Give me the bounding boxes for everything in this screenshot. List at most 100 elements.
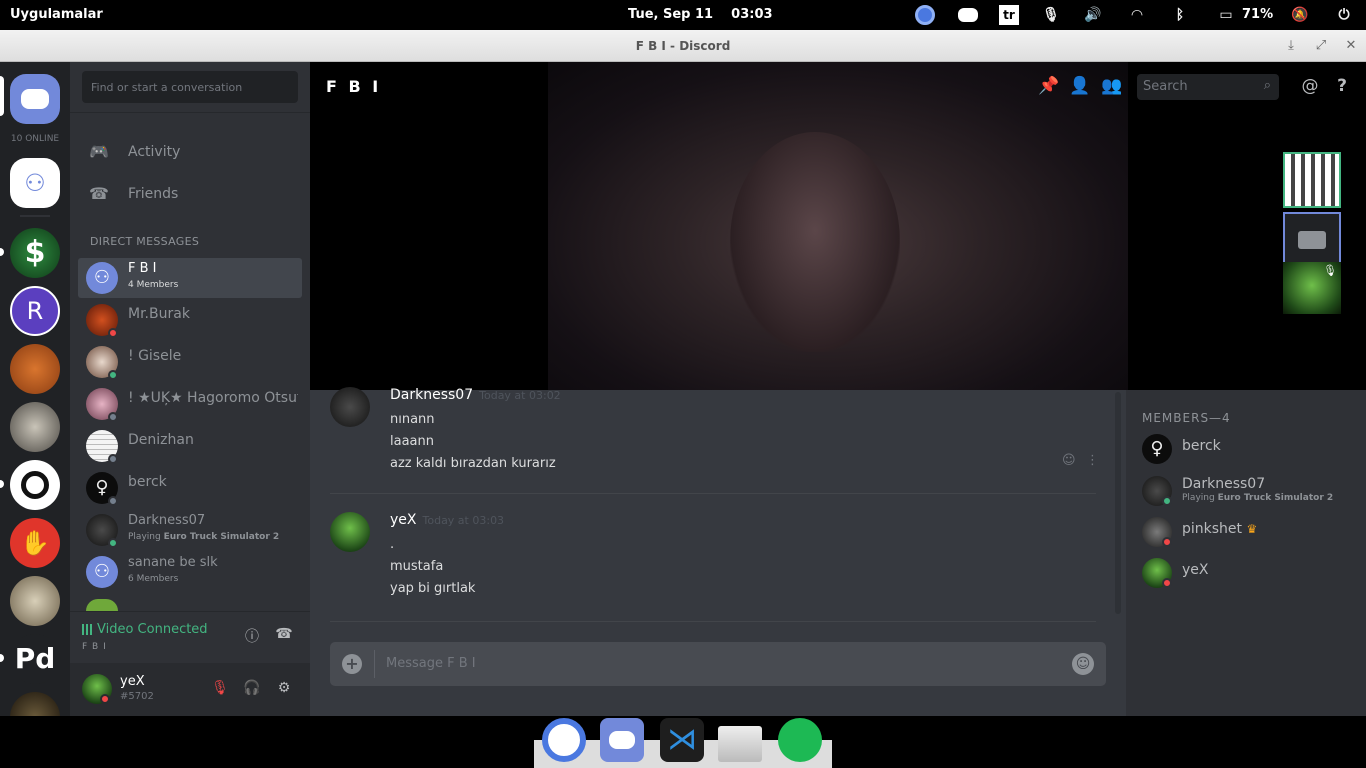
divider (374, 650, 375, 678)
dm-sub: 6 Members (128, 574, 179, 584)
discord-dock-icon[interactable] (600, 718, 644, 762)
dm-item-denizhan[interactable]: Denizhan (78, 426, 302, 466)
clock[interactable]: Tue, Sep 11 03:03 (628, 7, 773, 22)
vscode-dock-icon[interactable]: ⋊ (660, 718, 704, 762)
info-icon[interactable]: ⓘ (242, 626, 262, 646)
server-red[interactable]: ✋ (10, 518, 60, 568)
search-input[interactable]: Search ⌕ (1137, 74, 1279, 100)
battery-icon[interactable]: ▭ (1215, 5, 1237, 25)
discord-tray-icon[interactable] (956, 5, 980, 25)
server-cat[interactable] (10, 402, 60, 452)
message-line: yap bi gırtlak (390, 581, 476, 596)
help-icon[interactable]: ? (1331, 76, 1353, 96)
dm-item-fbi[interactable]: ⚇ F B I 4 Members (78, 258, 302, 298)
member-item[interactable]: ♀ berck (1142, 432, 1362, 468)
nav-activity[interactable]: 🎮 Activity (88, 142, 180, 161)
mute-microphone-icon[interactable]: 🎙 (210, 680, 230, 700)
user-tag: #5702 (120, 691, 154, 702)
emoji-icon[interactable]: ☺ (1072, 653, 1094, 675)
spotify-dock-icon[interactable] (778, 718, 822, 762)
dm-name: Darkness07 (128, 513, 206, 528)
mentions-icon[interactable]: @ (1299, 76, 1321, 96)
message-group: yeX Today at 03:03 . mustafa yap bi gırtl… (330, 512, 1100, 602)
power-icon[interactable]: ⏻ (1335, 5, 1353, 25)
microphone-icon[interactable]: 🎙 (1042, 5, 1060, 25)
message-group: Darkness07 Today at 03:02 nınann laaann a… (330, 387, 1100, 477)
maximize-icon[interactable]: ⤢ (1313, 38, 1329, 53)
status-online (108, 370, 118, 380)
settings-icon[interactable]: ⚙ (274, 680, 294, 700)
avatar[interactable] (330, 512, 370, 552)
search-icon: ⌕ (1263, 78, 1271, 93)
minimize-icon[interactable]: ⤓ (1283, 38, 1299, 53)
dm-item-gisele[interactable]: ! Gisele (78, 342, 302, 382)
server-animal[interactable] (10, 576, 60, 626)
video-participant (730, 132, 900, 352)
keyboard-layout-indicator[interactable]: tr (999, 5, 1019, 25)
status-online (1162, 496, 1172, 506)
member-list-icon[interactable]: 👥 (1101, 76, 1123, 96)
message-line: . (390, 537, 395, 552)
dm-item-hagoromo[interactable]: ! ★ÜĶ★ Hagoromo Ötsutsuki (78, 384, 302, 424)
video-call-area[interactable] (310, 62, 1366, 390)
message-author[interactable]: Darkness07 Today at 03:02 (390, 387, 561, 403)
window-titlebar[interactable]: F B I - Discord ⤓ ⤢ ✕ (0, 30, 1366, 62)
message-line: mustafa (390, 559, 444, 574)
server-swirl[interactable] (10, 460, 60, 510)
camera-off-thumbnail[interactable] (1283, 212, 1341, 268)
message-author[interactable]: yeX Today at 03:03 (390, 512, 504, 528)
user-name: yeX (120, 674, 145, 689)
window-title: F B I - Discord (635, 39, 731, 53)
server-dollar[interactable]: $ (10, 228, 60, 278)
disconnect-icon[interactable]: ☎ (274, 626, 294, 646)
pin-icon[interactable]: 📌 (1038, 76, 1060, 96)
message-divider (330, 621, 1096, 622)
add-friend-icon[interactable]: 👤 (1069, 76, 1091, 96)
gamepad-icon: 🎮 (89, 142, 109, 161)
notifications-off-icon[interactable]: 🔕 (1290, 5, 1310, 25)
system-top-bar: Uygulamalar Tue, Sep 11 03:03 tr 🎙 🔊 ◠ ᛒ… (0, 0, 1366, 30)
find-conversation-input[interactable]: Find or start a conversation (82, 71, 298, 103)
member-item[interactable]: yeX (1142, 556, 1362, 592)
dm-item-sanane[interactable]: ⚇ sanane be slk 6 Members (78, 552, 302, 592)
screen-share-thumbnail[interactable] (1283, 152, 1341, 208)
chrome-tray-icon[interactable] (914, 5, 936, 25)
unread-indicator (0, 248, 4, 256)
upload-icon[interactable]: + (342, 654, 362, 674)
server-pd[interactable]: Pd (10, 634, 60, 684)
server-r[interactable]: R (10, 286, 60, 336)
member-name: Darkness07 (1182, 476, 1266, 492)
files-dock-icon[interactable] (718, 726, 762, 762)
server-food[interactable] (10, 344, 60, 394)
voice-status[interactable]: Video Connected (97, 622, 208, 637)
message-input-placeholder[interactable]: Message F B I (386, 656, 476, 671)
dm-item-mrburak[interactable]: Mr.Burak (78, 300, 302, 340)
more-options-icon[interactable]: ⋮ (1086, 453, 1099, 468)
chrome-dock-icon[interactable] (542, 718, 586, 762)
user-panel: yeX #5702 🎙 🎧 ⚙ (70, 663, 310, 716)
participant-thumbnail[interactable]: 🎙 (1283, 262, 1341, 314)
close-icon[interactable]: ✕ (1343, 38, 1359, 53)
add-reaction-icon[interactable]: ☺ (1062, 453, 1076, 468)
volume-icon[interactable]: 🔊 (1082, 5, 1104, 25)
member-item[interactable]: pinkshet ♛ (1142, 515, 1362, 551)
member-name: berck (1182, 438, 1221, 454)
dm-item-berck[interactable]: ♀ berck (78, 468, 302, 508)
member-item[interactable]: Darkness07 Playing Euro Truck Simulator … (1142, 474, 1362, 510)
group-dm-icon[interactable]: ⚇ (10, 158, 60, 208)
avatar[interactable] (330, 387, 370, 427)
scrollbar[interactable] (1115, 392, 1121, 614)
message-input[interactable]: + Message F B I ☺ (330, 642, 1106, 686)
headphones-icon[interactable]: 🎧 (242, 680, 262, 700)
server-badge[interactable] (10, 692, 60, 716)
wifi-icon[interactable]: ◠ (1127, 5, 1147, 25)
unread-indicator (0, 654, 4, 662)
bluetooth-icon[interactable]: ᛒ (1172, 5, 1188, 25)
nav-friends[interactable]: ☎ Friends (88, 184, 178, 203)
status-offline (108, 454, 118, 464)
discord-home-icon[interactable] (10, 74, 60, 124)
message-divider (330, 493, 1096, 494)
dm-item-darkness07[interactable]: Darkness07 Playing Euro Truck Simulator … (78, 510, 302, 550)
applications-menu[interactable]: Uygulamalar (10, 7, 103, 22)
dm-item-partial[interactable] (86, 599, 118, 611)
